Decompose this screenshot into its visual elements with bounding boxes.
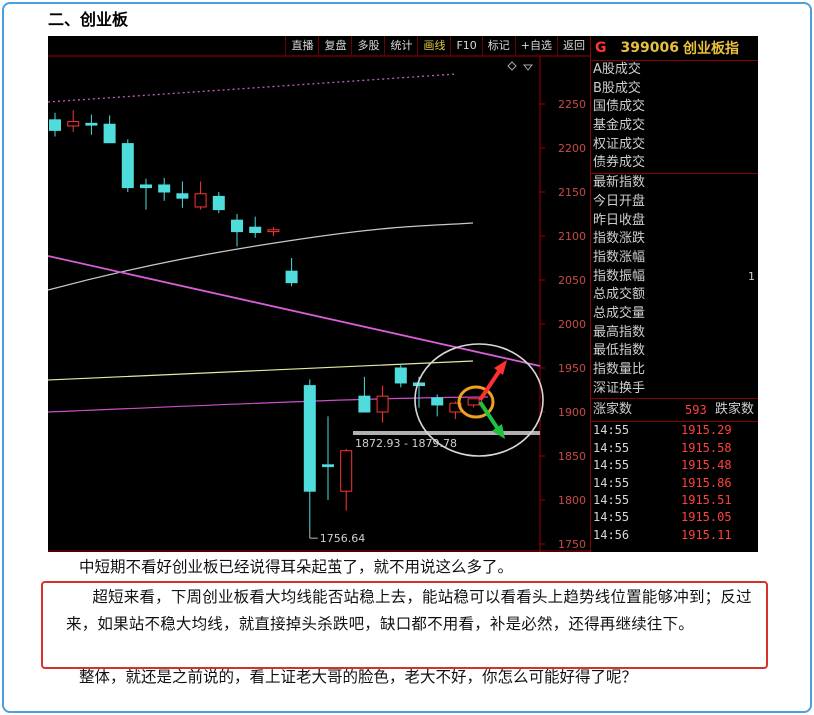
candle-down [358,395,371,413]
candle-up [267,229,280,233]
rise-label: 涨家数 [593,402,633,418]
candle-up [67,121,80,127]
tick-list: 14:55 1915.29 14:55 1915.58 14:55 1915.48 1… [591,422,758,544]
toolbar-button-add-watchlist[interactable]: +自选 [514,36,557,56]
diamond-icon [507,61,517,71]
candle-down [121,143,134,189]
chart-toolbar: 直播 复盘 多股 统计 画线 F10 标记 +自选 返回 [48,36,590,56]
quote-row: 最低指数 [593,343,646,359]
price-tick-label: 2200 [558,142,586,155]
candle-down [158,184,171,193]
quote-row: 深证换手 [593,380,646,396]
price-tick-label: 1800 [558,494,586,507]
paragraph-short-term: 超短来看，下周创业板看大均线能否站稳上去，能站稳可以看看头上趋势线位置能够冲到；… [66,588,752,633]
index-code: 399006 [620,40,679,56]
candle-down [231,219,243,233]
tick-row: 14:55 1915.29 [593,423,732,438]
quote-row: 债券成交 [593,155,646,171]
price-tick-label: 1750 [558,538,586,551]
candle-down [413,382,425,387]
candle-down [140,184,152,189]
gap-range-label: 1872.93 - 1879.78 [355,437,457,450]
low-price-label: 1756.64 [320,532,366,545]
toolbar-button-draw-line[interactable]: 画线 [417,36,450,56]
toolbar-button-back[interactable]: 返回 [557,36,590,56]
candle-down [285,270,298,284]
kline-chart[interactable]: 1750 1800 1850 1900 1950 2000 2050 2100 2150 2200… [48,36,590,552]
tick-row: 14:56 1915.11 [593,527,732,542]
quote-row: 最高指数 [593,324,646,340]
quote-row: 指数涨幅 [593,249,646,265]
quote-row: 基金成交 [593,118,646,134]
price-tick-label: 2100 [558,230,586,243]
quote-row: A股成交 [593,62,641,77]
tick-row: 14:55 1915.51 [593,492,732,507]
price-tick-label: 2000 [558,318,586,331]
candle-down [394,367,407,384]
candle-up [467,398,480,406]
quote-row: 国债成交 [593,99,646,115]
price-tick-label: 1950 [558,362,586,375]
toolbar-button-review[interactable]: 复盘 [318,36,351,56]
candle-down [176,193,189,199]
quote-row: 今日开盘 [593,193,646,209]
tick-row: 14:55 1915.86 [593,475,732,490]
candle-down [249,226,262,233]
candle-down [212,195,225,211]
candle-down [322,464,334,468]
moving-average-mid [48,360,474,381]
upper-channel-line [48,73,457,103]
quote-panel: G 399006 创业板指 A股成交 B股成交 国债成交 基金成交 权证成交 债… [590,36,758,552]
toolbar-button-multi-stock[interactable]: 多股 [351,36,384,56]
quote-header: G 399006 创业板指 [591,36,758,61]
price-tick-label: 1900 [558,406,586,419]
index-stats-group: 最新指数 今日开盘 昨日收盘 指数涨跌 指数涨幅 指数振幅 1 总成交额 总成交量… [591,174,758,400]
quote-row: 指数振幅 1 [593,268,755,284]
quote-row: 总成交额 [593,287,646,303]
candle-up [194,193,207,208]
candle-down [303,385,316,492]
toolbar-button-stats[interactable]: 统计 [384,36,417,56]
price-tick-label: 2150 [558,186,586,199]
quote-row: 最新指数 [593,175,646,191]
toolbar-button-f10[interactable]: F10 [450,36,481,56]
candle-up [340,450,353,492]
volume-group: A股成交 B股成交 国债成交 基金成交 权证成交 债券成交 [591,61,758,175]
triangle-down-icon [522,64,534,71]
index-name: 创业板指 [682,41,739,57]
candle-down [85,122,98,126]
rise-count: 593 [685,403,707,418]
toolbar-button-mark[interactable]: 标记 [481,36,515,56]
candle-up [376,395,389,413]
candle-down [103,123,116,144]
quote-row: 总成交量 [593,305,646,321]
moving-average-long [48,222,474,291]
candle-down [49,119,61,131]
price-tick-label: 2050 [558,274,586,287]
tick-row: 14:55 1915.05 [593,510,732,525]
quote-row: B股成交 [593,80,641,96]
fall-label: 跌家数 [715,402,755,418]
stock-terminal: 1750 1800 1850 1900 1950 2000 2050 2100 2150 2200… [48,36,758,552]
paragraph-mid-term: 中短期不看好创业板已经说得耳朵起茧了，就不用说这么多了。 [79,558,514,576]
section-heading: 二、创业板 [48,10,129,29]
quote-row: 指数涨跌 [593,231,646,247]
tick-row: 14:55 1915.58 [593,440,732,455]
price-tick-label: 2250 [558,98,586,111]
quote-row: 指数量比 [593,362,646,377]
candle-down [431,397,444,406]
advance-decline-row: 涨家数 593 跌家数 [591,399,758,423]
price-tick-label: 1850 [558,450,586,463]
quote-row: 昨日收盘 [593,212,646,228]
paragraph-overall: 整体，就还是之前说的，看上证老大哥的脸色，老大不好，你怎么可能好得了呢？ [79,668,638,686]
moving-average-short [48,396,489,413]
toolbar-button-live[interactable]: 直播 [285,36,318,56]
market-flag: G [595,40,607,56]
quote-row: 权证成交 [593,136,646,152]
tick-row: 14:55 1915.48 [593,458,732,473]
